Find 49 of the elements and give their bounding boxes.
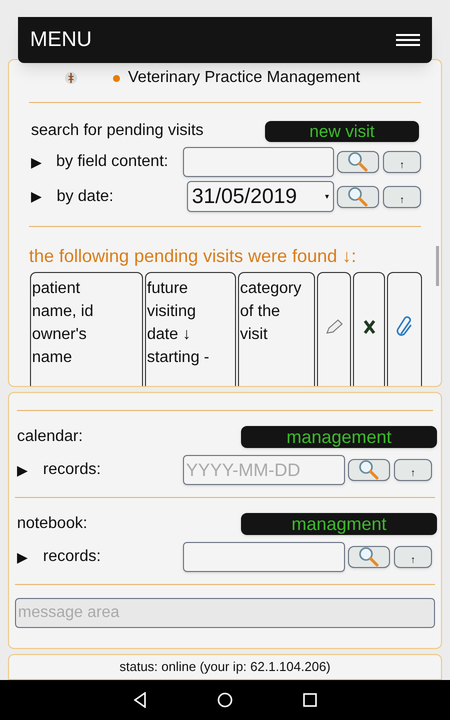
records-label: records: [43,547,102,567]
message-field[interactable]: message area [15,598,435,628]
up-button[interactable]: ↑ [383,186,421,208]
recents-icon[interactable] [303,693,317,707]
scrollbar [436,246,439,286]
search-icon [346,186,370,208]
back-icon[interactable] [133,692,147,708]
column-header[interactable]: category of the visit [238,272,315,386]
hamburger-icon[interactable] [396,34,420,46]
records-field[interactable] [183,542,345,572]
records-label: records: [43,460,102,480]
management-button[interactable]: managment [241,513,437,535]
search-button[interactable] [348,546,390,568]
section-label: search for pending visits [31,121,204,141]
register-label: notebook: [17,514,88,534]
cross-icon [362,320,376,334]
management-button[interactable]: management [241,426,437,448]
app-title: Veterinary Practice Management [128,68,360,88]
search-button[interactable] [337,186,379,208]
search-button[interactable] [348,459,390,481]
menu-title: MENU [30,27,92,54]
pencil-icon [325,319,343,335]
search-icon [357,546,381,568]
paperclip-icon [396,316,414,338]
date-select[interactable]: 31/05/2019 ▾ [186,181,334,212]
results-heading: the following pending visits were found ↓: [29,245,356,268]
menu-bar[interactable]: MENU [18,17,432,63]
caduceus-icon [65,71,77,85]
home-icon[interactable] [217,692,233,708]
status-text: status: online (your ip: 62.1.104.206) [119,658,331,676]
bullet-marker: ▶ [31,152,43,172]
up-button[interactable]: ↑ [394,459,432,481]
column-header[interactable]: patient name, id owner's name [30,272,143,386]
bullet-marker: ▶ [17,460,29,480]
bullet-marker: ▶ [31,187,43,206]
filter-label: by date: [56,186,114,206]
search-field[interactable] [183,147,334,177]
records-field[interactable]: YYYY-MM-DD [183,455,345,485]
dropdown-caret: ▾ [325,190,329,202]
bullet-marker: ▶ [17,548,29,566]
column-header[interactable]: future visiting date ↓ starting - [145,272,236,386]
search-icon [346,151,370,173]
up-button[interactable]: ↑ [383,151,421,173]
search-icon [357,459,381,481]
new-visit-button[interactable]: new visit [265,120,419,142]
filter-label: by field content: [56,152,170,172]
up-button[interactable]: ↑ [394,546,432,568]
search-button[interactable] [337,151,379,173]
register-label: calendar: [17,427,83,447]
